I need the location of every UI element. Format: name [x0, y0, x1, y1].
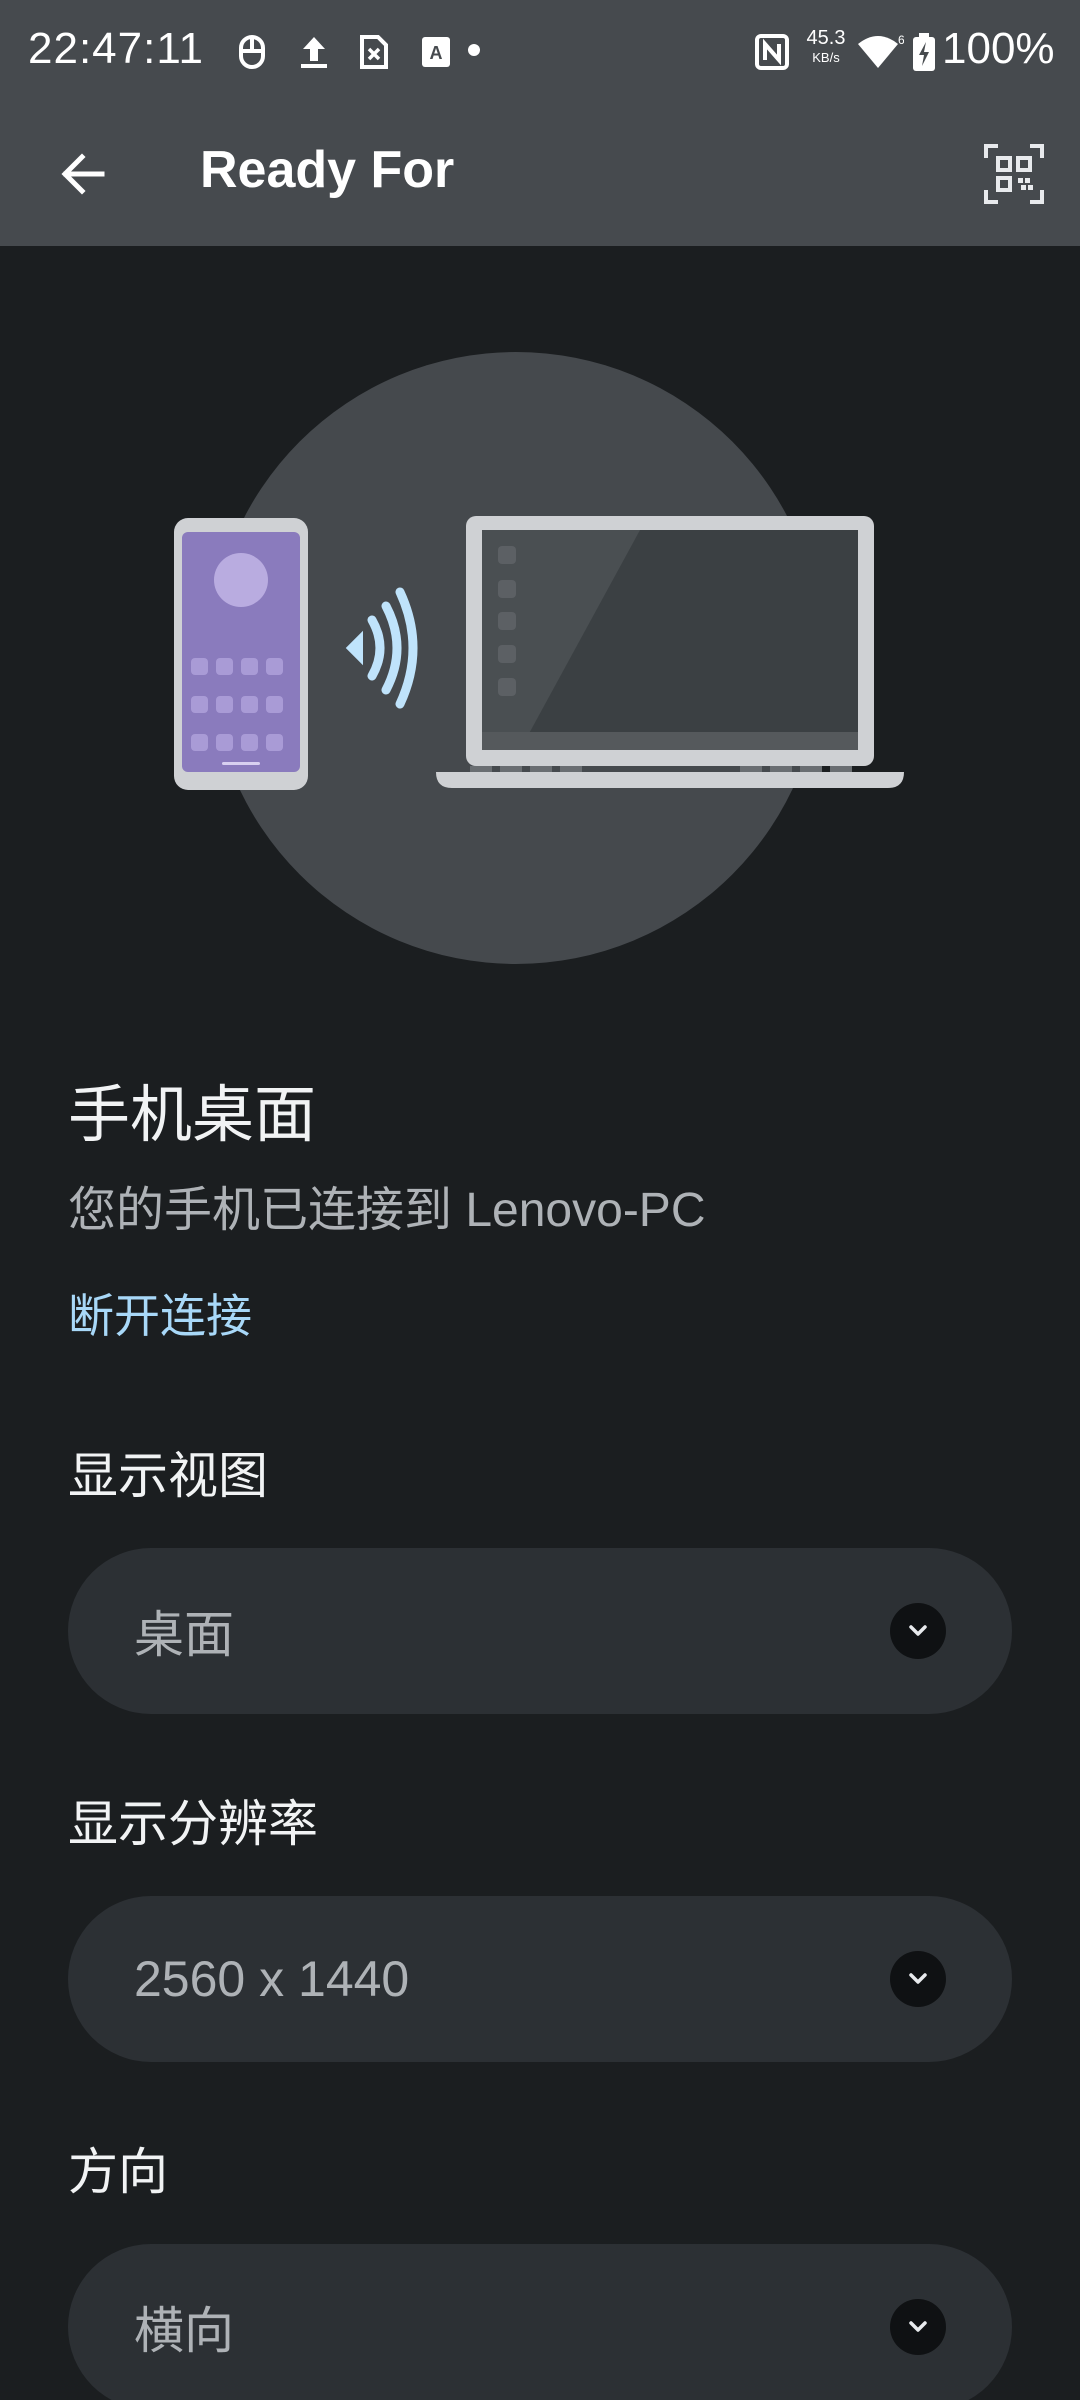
chevron-down-icon	[890, 1603, 946, 1659]
network-speed: 45.3 KB/s	[804, 28, 848, 64]
speed-unit: KB/s	[812, 50, 840, 65]
chevron-down-icon	[890, 1951, 946, 2007]
page-title: Ready For	[200, 141, 455, 199]
orientation-dropdown[interactable]: 横向	[68, 2244, 1012, 2400]
mouse-icon	[232, 32, 272, 72]
connection-status: 您的手机已连接到 Lenovo-PC	[68, 1184, 706, 1237]
display-view-value: 桌面	[134, 1607, 234, 1663]
connection-title: 手机桌面	[68, 1078, 317, 1151]
upload-icon	[294, 32, 334, 72]
app-bar: Ready For	[0, 104, 1080, 246]
laptop-illustration	[436, 516, 904, 788]
keyboard-a-icon: A	[416, 32, 456, 72]
display-view-dropdown[interactable]: 桌面	[68, 1548, 1012, 1714]
orientation-value: 横向	[134, 2303, 234, 2359]
qr-scan-icon	[984, 144, 1044, 204]
back-button[interactable]	[42, 134, 122, 214]
nfc-icon	[752, 32, 792, 72]
speed-value: 45.3	[806, 27, 846, 49]
notification-dot	[468, 44, 480, 56]
phone-illustration	[174, 518, 308, 790]
qr-scan-button[interactable]	[972, 132, 1056, 216]
battery-charging-icon	[908, 32, 940, 72]
display-resolution-dropdown[interactable]: 2560 x 1440	[68, 1896, 1012, 2062]
svg-text:6: 6	[898, 33, 904, 47]
display-resolution-value: 2560 x 1440	[134, 1951, 410, 2007]
svg-text:A: A	[430, 43, 443, 63]
wifi-6-icon: 6	[856, 32, 904, 72]
display-view-label: 显示视图	[68, 1447, 268, 1505]
disconnect-link[interactable]: 断开连接	[68, 1280, 252, 1346]
connection-illustration	[0, 246, 1080, 1006]
display-resolution-label: 显示分辨率	[68, 1795, 318, 1853]
status-time: 22:47:11	[28, 24, 205, 73]
status-bar: 22:47:11 A 45.3 KB/s 6 100%	[0, 0, 1080, 104]
arrow-back-icon	[61, 153, 105, 195]
orientation-label: 方向	[68, 2143, 168, 2201]
chevron-down-icon	[890, 2299, 946, 2355]
battery-percent: 100%	[942, 24, 1055, 73]
sim-off-icon	[354, 32, 394, 72]
